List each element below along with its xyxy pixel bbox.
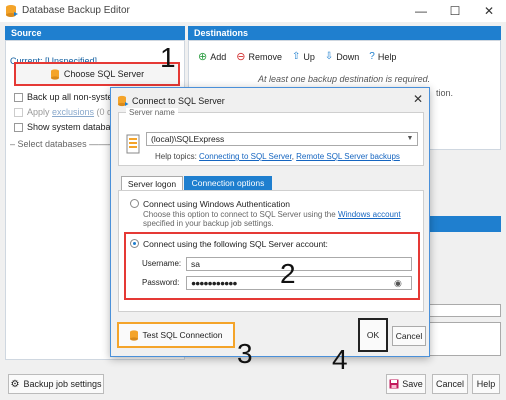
window-title: Database Backup Editor <box>22 5 130 16</box>
exclusions-link[interactable]: exclusions <box>52 107 94 117</box>
add-label: Add <box>210 51 227 62</box>
backup-all-checkbox-row[interactable]: Back up all non-syste <box>14 92 113 102</box>
dialog-database-icon <box>118 95 129 107</box>
choose-sql-server-button[interactable]: Choose SQL Server <box>14 62 180 86</box>
test-sql-connection-label: Test SQL Connection <box>142 330 223 340</box>
remote-backups-link[interactable]: Remote SQL Server backups <box>296 152 400 161</box>
destinations-toolbar: ⊕ Add ⊖ Remove ⇧ Up ⇩ Down ? Help <box>198 50 396 63</box>
remove-button[interactable]: ⊖ Remove <box>236 50 282 63</box>
username-label: Username: <box>142 259 182 268</box>
database-backup-icon <box>6 5 18 17</box>
source-header: Source <box>5 26 185 40</box>
windows-desc-prefix: Choose this option to connect to SQL Ser… <box>143 210 338 219</box>
windows-desc-suffix: specified in your backup job settings. <box>143 219 274 228</box>
server-name-select[interactable]: (local)\SQLExpress <box>146 132 418 146</box>
database-icon <box>50 68 59 80</box>
tab-connection-options[interactable]: Connection options <box>184 176 272 190</box>
minimize-button[interactable]: — <box>404 0 438 22</box>
backup-all-label: Back up all non-syste <box>27 92 113 102</box>
apply-prefix: Apply <box>27 107 53 117</box>
sql-auth-radio[interactable] <box>130 239 139 248</box>
password-input[interactable]: ●●●●●●●●●●● <box>186 276 412 290</box>
backup-job-settings-button[interactable]: ⚙ Backup job settings <box>8 374 104 394</box>
show-system-label: Show system databas <box>27 122 116 132</box>
down-arrow-icon: ⇩ <box>324 51 334 62</box>
sql-auth-label: Connect using the following SQL Server a… <box>143 239 328 249</box>
apply-exclusions-label: Apply exclusions (0 d <box>27 107 112 117</box>
show-system-checkbox-row[interactable]: Show system databas <box>14 122 115 132</box>
save-label: Save <box>402 379 423 389</box>
select-databases-text: Select databases <box>17 139 87 149</box>
help-button[interactable]: ? Help <box>369 51 396 62</box>
test-sql-connection-button[interactable]: Test SQL Connection <box>117 322 235 348</box>
annotation-1: 1 <box>160 42 176 73</box>
down-button[interactable]: ⇩ Down <box>325 51 359 62</box>
help-bottom-button[interactable]: Help <box>472 374 500 394</box>
server-name-legend: Server name <box>126 108 178 117</box>
up-button[interactable]: ⇧ Up <box>292 51 315 62</box>
apply-exclusions-checkbox-row[interactable]: Apply exclusions (0 d <box>14 107 112 117</box>
windows-auth-label: Connect using Windows Authentication <box>143 199 290 209</box>
up-label: Up <box>303 51 315 62</box>
destination-note-fragment: tion. <box>436 88 454 98</box>
save-icon <box>389 379 399 389</box>
up-arrow-icon: ⇧ <box>291 51 301 62</box>
test-database-icon <box>130 329 139 341</box>
chevron-down-icon[interactable]: ▼ <box>404 133 416 145</box>
show-password-eye-icon[interactable]: ◉ <box>394 278 402 289</box>
choose-sql-server-label: Choose SQL Server <box>63 69 145 79</box>
add-icon: ⊕ <box>198 51 208 63</box>
backup-all-checkbox[interactable] <box>14 92 23 102</box>
cancel-button[interactable]: Cancel <box>432 374 468 394</box>
annotation-4: 4 <box>332 344 348 375</box>
dialog-close-button[interactable]: ✕ <box>413 92 423 106</box>
destinations-header: Destinations <box>188 26 501 40</box>
ok-button[interactable]: OK <box>358 318 388 352</box>
help-icon: ? <box>369 51 375 62</box>
help-label: Help <box>377 51 397 62</box>
save-button[interactable]: Save <box>386 374 426 394</box>
right-box-field[interactable] <box>426 322 501 356</box>
annotation-2: 2 <box>280 258 296 289</box>
help-topics-prefix: Help topics: <box>155 152 200 161</box>
apply-exclusions-checkbox[interactable] <box>14 107 23 117</box>
help-topics: Help topics: Connecting to SQL Server, R… <box>155 152 400 161</box>
server-icon <box>126 134 140 154</box>
title-bar: Database Backup Editor — ☐ ✕ <box>0 0 506 22</box>
close-button[interactable]: ✕ <box>472 0 506 22</box>
remove-label: Remove <box>248 51 282 62</box>
gear-icon: ⚙ <box>10 378 20 390</box>
tab-server-logon[interactable]: Server logon <box>121 176 183 190</box>
windows-auth-radio[interactable] <box>130 199 139 208</box>
windows-account-link[interactable]: Windows account <box>338 210 401 219</box>
dialog-cancel-button[interactable]: Cancel <box>392 326 426 346</box>
down-label: Down <box>336 51 360 62</box>
username-input[interactable]: sa <box>186 257 412 271</box>
right-section-header <box>426 216 501 232</box>
windows-auth-description: Choose this option to connect to SQL Ser… <box>143 210 413 228</box>
destination-required-note: At least one backup destination is requi… <box>258 74 431 84</box>
annotation-3: 3 <box>237 338 253 369</box>
connecting-link[interactable]: Connecting to SQL Server <box>199 152 292 161</box>
password-label: Password: <box>142 278 180 287</box>
dialog-title: Connect to SQL Server <box>132 96 225 106</box>
right-input-field[interactable] <box>426 304 501 317</box>
remove-icon: ⊖ <box>236 51 246 63</box>
add-button[interactable]: ⊕ Add <box>198 50 226 63</box>
show-system-checkbox[interactable] <box>14 122 23 132</box>
maximize-button[interactable]: ☐ <box>438 0 472 22</box>
backup-job-settings-label: Backup job settings <box>23 379 102 389</box>
